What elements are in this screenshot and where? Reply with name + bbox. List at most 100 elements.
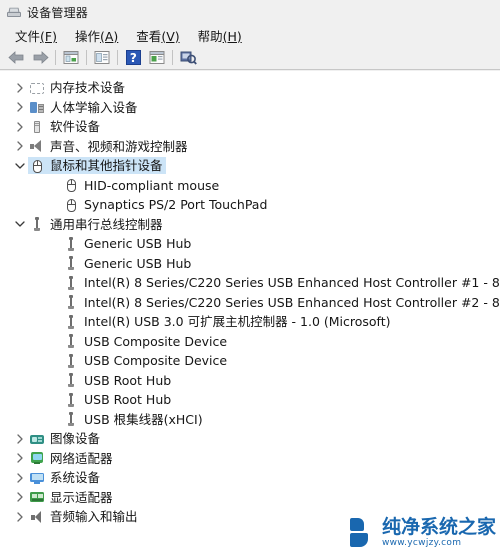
tree-item[interactable]: 软件设备 — [0, 117, 500, 137]
tree-item[interactable]: Intel(R) 8 Series/C220 Series USB Enhanc… — [0, 293, 500, 313]
chevron-down-icon[interactable] — [12, 156, 28, 175]
tree-item[interactable]: 系统设备 — [0, 468, 500, 488]
chevron-right-icon[interactable] — [12, 449, 28, 468]
tree-item-content: USB 根集线器(xHCI) — [62, 411, 206, 428]
chevron-right-icon[interactable] — [12, 117, 28, 136]
tree-item-label: USB Composite Device — [84, 333, 228, 349]
tree-item[interactable]: HID-compliant mouse — [0, 176, 500, 196]
device-manager-window: 设备管理器 文件(F) 操作(A) 查看(V) 帮助(H) ? 内存技术设备 人… — [0, 0, 500, 554]
device-tree: 内存技术设备人体学输入设备 软件设备声音、视频和游戏控制器鼠标和其他指针设备 HID… — [0, 71, 500, 527]
tree-item[interactable]: USB Composite Device — [0, 351, 500, 371]
tree-item-content: 鼠标和其他指针设备 — [28, 157, 166, 175]
chevron-down-icon[interactable] — [12, 215, 28, 234]
tree-item-label: 系统设备 — [50, 470, 101, 486]
chevron-right-icon[interactable] — [12, 507, 28, 526]
tree-item[interactable]: Intel(R) 8 Series/C220 Series USB Enhanc… — [0, 273, 500, 293]
toolbar-separator-3 — [117, 50, 118, 65]
svg-text:?: ? — [129, 51, 136, 65]
watermark-title: 纯净系统之家 — [381, 516, 496, 538]
usb-icon — [63, 411, 79, 427]
tree-item[interactable]: USB 根集线器(xHCI) — [0, 410, 500, 430]
tree-item-label: 音频输入和输出 — [50, 509, 138, 525]
back-arrow-icon — [7, 51, 23, 64]
show-hidden-devices-button[interactable] — [146, 48, 168, 68]
usb-icon — [63, 275, 79, 291]
tree-item[interactable]: 声音、视频和游戏控制器 — [0, 137, 500, 157]
update-driver-button[interactable] — [91, 48, 113, 68]
audio-input-output-icon — [29, 509, 45, 525]
chevron-right-icon[interactable] — [12, 468, 28, 487]
back-button[interactable] — [5, 48, 27, 68]
properties-button[interactable] — [60, 48, 82, 68]
tree-item[interactable]: 网络适配器 — [0, 449, 500, 469]
tree-item[interactable]: 显示适配器 — [0, 488, 500, 508]
chevron-right-icon[interactable] — [12, 78, 28, 97]
device-tree-pane[interactable]: 内存技术设备人体学输入设备 软件设备声音、视频和游戏控制器鼠标和其他指针设备 HID… — [0, 71, 500, 554]
display-adapter-icon — [29, 489, 45, 505]
human-interface-device-icon — [29, 99, 45, 115]
tree-item-label: USB 根集线器(xHCI) — [84, 411, 203, 427]
network-adapter-icon — [29, 450, 45, 466]
update-driver-icon — [94, 51, 110, 64]
tree-item[interactable]: 内存技术设备 — [0, 78, 500, 98]
usb-icon — [63, 314, 79, 330]
tree-item-content: HID-compliant mouse — [62, 177, 222, 194]
chevron-right-icon[interactable] — [12, 488, 28, 507]
tree-item[interactable]: 人体学输入设备 — [0, 98, 500, 118]
tree-item[interactable]: USB Root Hub — [0, 390, 500, 410]
tree-item-content: 通用串行总线控制器 — [28, 216, 166, 233]
menu-action[interactable]: 操作(A) — [66, 24, 127, 47]
scan-hardware-changes-button[interactable] — [177, 48, 199, 68]
menu-view[interactable]: 查看(V) — [127, 24, 188, 47]
tree-item[interactable]: Intel(R) USB 3.0 可扩展主机控制器 - 1.0 (Microso… — [0, 312, 500, 332]
tree-item-content: 显示适配器 — [28, 489, 116, 506]
device-manager-icon — [6, 4, 22, 20]
tree-item-content: USB Composite Device — [62, 352, 230, 369]
chevron-right-icon[interactable] — [12, 137, 28, 156]
imaging-device-icon — [29, 431, 45, 447]
tree-item-content: Intel(R) 8 Series/C220 Series USB Enhanc… — [62, 294, 500, 311]
help-button[interactable]: ? — [122, 48, 144, 68]
chevron-right-icon[interactable] — [12, 98, 28, 117]
usb-icon — [63, 333, 79, 349]
tree-item-content: Generic USB Hub — [62, 235, 194, 252]
toolbar: ? — [0, 46, 500, 70]
tree-item-label: 图像设备 — [50, 431, 101, 447]
tree-item[interactable]: 图像设备 — [0, 429, 500, 449]
usb-icon — [63, 294, 79, 310]
usb-icon — [63, 255, 79, 271]
tree-item-label: HID-compliant mouse — [84, 177, 220, 193]
properties-icon — [63, 51, 79, 64]
tree-item-label: 声音、视频和游戏控制器 — [50, 138, 188, 154]
tree-item[interactable]: Generic USB Hub — [0, 234, 500, 254]
tree-item-content: 音频输入和输出 — [28, 508, 141, 525]
tree-item-label: 显示适配器 — [50, 489, 113, 505]
tree-item-label: Synaptics PS/2 Port TouchPad — [84, 197, 268, 213]
tree-item-label: Intel(R) USB 3.0 可扩展主机控制器 - 1.0 (Microso… — [84, 314, 391, 330]
menu-help[interactable]: 帮助(H) — [189, 24, 251, 47]
show-hidden-devices-icon — [149, 51, 165, 64]
tree-item-content: 系统设备 — [28, 469, 103, 486]
forward-button[interactable] — [29, 48, 51, 68]
tree-item[interactable]: Generic USB Hub — [0, 254, 500, 274]
tree-item-content: 软件设备 — [28, 118, 103, 135]
tree-item[interactable]: 通用串行总线控制器 — [0, 215, 500, 235]
tree-item[interactable]: USB Root Hub — [0, 371, 500, 391]
tree-item-label: USB Root Hub — [84, 392, 172, 408]
menu-file[interactable]: 文件(F) — [6, 24, 66, 47]
title-bar: 设备管理器 — [0, 0, 500, 24]
tree-item[interactable]: USB Composite Device — [0, 332, 500, 352]
chevron-right-icon[interactable] — [12, 429, 28, 448]
mouse-icon — [29, 158, 45, 174]
mouse-icon — [63, 177, 79, 193]
menu-help-label: 帮助 — [197, 28, 223, 44]
tree-item[interactable]: 鼠标和其他指针设备 — [0, 156, 500, 176]
tree-item-label: 内存技术设备 — [50, 80, 126, 96]
tree-item-label: Generic USB Hub — [84, 236, 192, 252]
tree-item[interactable]: Synaptics PS/2 Port TouchPad — [0, 195, 500, 215]
